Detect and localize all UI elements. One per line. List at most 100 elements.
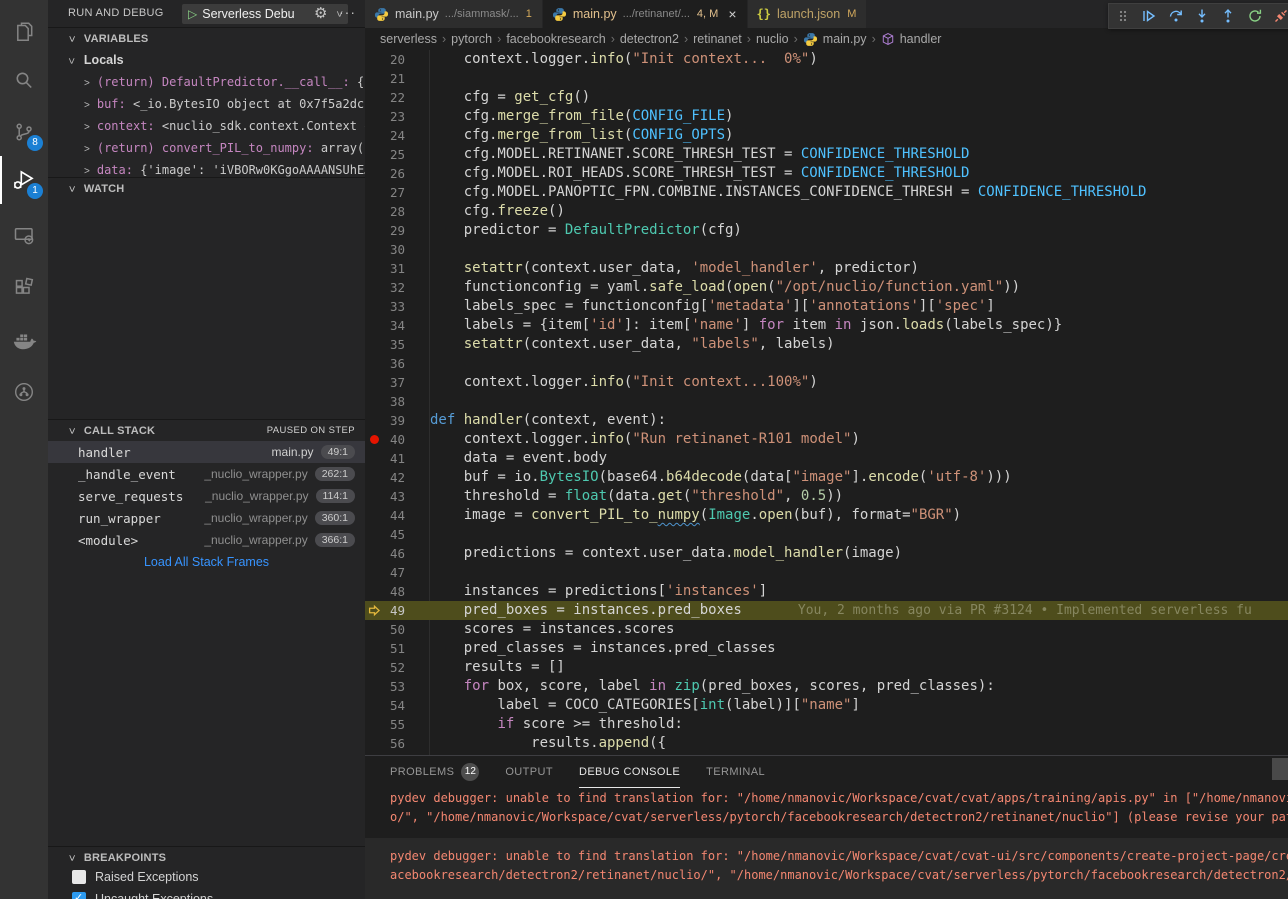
variable-row[interactable]: >buf: <_io.BytesIO object at 0x7f5a2dc1e…	[48, 93, 365, 115]
panel-tab-problems[interactable]: PROBLEMS12	[390, 756, 479, 788]
variable-row[interactable]: >(return) convert_PIL_to_numpy: array([[…	[48, 137, 365, 159]
code-line[interactable]: 47	[365, 563, 1288, 582]
code-line[interactable]: 21	[365, 69, 1288, 88]
code-line[interactable]: 34 labels = {item['id']: item['name'] fo…	[365, 316, 1288, 335]
panel-scrollbar[interactable]	[1272, 758, 1288, 780]
watch-section-header[interactable]: > WATCH	[48, 177, 365, 199]
code-line[interactable]: 43 threshold = float(data.get("threshold…	[365, 487, 1288, 506]
code-line[interactable]: 45	[365, 525, 1288, 544]
code-line[interactable]: 39def handler(context, event):	[365, 411, 1288, 430]
code-line[interactable]: 23 cfg.merge_from_file(CONFIG_FILE)	[365, 107, 1288, 126]
token: )	[809, 51, 817, 67]
checkbox-unchecked[interactable]	[72, 870, 86, 884]
breadcrumb-item-serverless[interactable]: serverless	[380, 32, 437, 46]
code-line[interactable]: 50 scores = instances.scores	[365, 620, 1288, 639]
stack-frame-handler[interactable]: handlermain.py49:1	[48, 441, 365, 463]
code-line[interactable]: 37 context.logger.info("Init context...1…	[365, 373, 1288, 392]
continue-icon[interactable]	[1139, 5, 1159, 27]
code-line[interactable]: 26 cfg.MODEL.ROI_HEADS.SCORE_THRESH_TEST…	[365, 164, 1288, 183]
extensions-icon[interactable]	[0, 264, 48, 312]
code-line[interactable]: 32 functionconfig = yaml.safe_load(open(…	[365, 278, 1288, 297]
console-message[interactable]: pydev debugger: unable to find translati…	[365, 838, 1288, 899]
code-line[interactable]: 31 setattr(context.user_data, 'model_han…	[365, 259, 1288, 278]
panel-tab-output[interactable]: OUTPUT	[505, 756, 553, 788]
breadcrumb-item-facebookresearch[interactable]: facebookresearch	[506, 32, 605, 46]
code-line[interactable]: 30	[365, 240, 1288, 259]
breadcrumb-item-retinanet[interactable]: retinanet	[693, 32, 742, 46]
call-stack-section-header[interactable]: > CALL STACK PAUSED ON STEP	[48, 419, 365, 441]
tab-launch.json[interactable]: {}launch.jsonM	[748, 0, 868, 28]
stack-frame-_handle_event[interactable]: _handle_event_nuclio_wrapper.py262:1	[48, 463, 365, 485]
console-message[interactable]: pydev debugger: unable to find translati…	[365, 788, 1288, 828]
code-line[interactable]: 38	[365, 392, 1288, 411]
code-line[interactable]: 52 results = []	[365, 658, 1288, 677]
breadcrumb-item-pytorch[interactable]: pytorch	[451, 32, 492, 46]
docker-icon[interactable]	[0, 316, 48, 364]
variables-section-header[interactable]: > VARIABLES	[48, 27, 365, 49]
breadcrumb-item-nuclio[interactable]: nuclio	[756, 32, 789, 46]
breadcrumb-item-detectron2[interactable]: detectron2	[620, 32, 679, 46]
stack-frame-run_wrapper[interactable]: run_wrapper_nuclio_wrapper.py360:1	[48, 507, 365, 529]
gear-icon[interactable]: ⚙	[314, 0, 327, 27]
close-icon[interactable]: ×	[728, 7, 736, 21]
stack-frame-module[interactable]: <module>_nuclio_wrapper.py366:1	[48, 529, 365, 551]
tab-main.py[interactable]: main.py.../retinanet/...4, M×	[543, 0, 748, 28]
code-line[interactable]: 35 setattr(context.user_data, "labels", …	[365, 335, 1288, 354]
breakpoint-row[interactable]: Raised Exceptions	[48, 866, 365, 888]
breakpoints-section-header[interactable]: > BREAKPOINTS	[48, 846, 365, 868]
start-debug-icon[interactable]: ▷	[188, 4, 197, 24]
code-line[interactable]: 51 pred_classes = instances.pred_classes	[365, 639, 1288, 658]
line-number: 45	[383, 525, 405, 544]
code-line[interactable]: 27 cfg.MODEL.PANOPTIC_FPN.COMBINE.INSTAN…	[365, 183, 1288, 202]
drag-grip-icon[interactable]	[1113, 5, 1133, 27]
stack-frame-serve_requests[interactable]: serve_requests_nuclio_wrapper.py114:1	[48, 485, 365, 507]
step-out-icon[interactable]	[1218, 5, 1238, 27]
code-line[interactable]: 25 cfg.MODEL.RETINANET.SCORE_THRESH_TEST…	[365, 145, 1288, 164]
checkbox-checked[interactable]	[72, 892, 86, 899]
code-line[interactable]: 48 instances = predictions['instances']	[365, 582, 1288, 601]
load-all-stack-frames-link[interactable]: Load All Stack Frames	[48, 551, 365, 573]
step-into-icon[interactable]	[1192, 5, 1212, 27]
breakpoint-row[interactable]: Uncaught Exceptions	[48, 888, 365, 899]
code-line[interactable]: 28 cfg.freeze()	[365, 202, 1288, 221]
search-icon[interactable]	[0, 56, 48, 104]
variable-row[interactable]: >(return) DefaultPredictor.__call__: {'i…	[48, 71, 365, 93]
code-line[interactable]: 40 context.logger.info("Run retinanet-R1…	[365, 430, 1288, 449]
step-over-icon[interactable]	[1166, 5, 1186, 27]
code-line[interactable]: 44 image = convert_PIL_to_numpy(Image.op…	[365, 506, 1288, 525]
code-editor[interactable]: 20 context.logger.info("Init context... …	[365, 50, 1288, 755]
source-control-icon[interactable]: 8	[0, 108, 48, 156]
code-line[interactable]: 46 predictions = context.user_data.model…	[365, 544, 1288, 563]
code-line[interactable]: 41 data = event.body	[365, 449, 1288, 468]
restart-icon[interactable]	[1244, 5, 1264, 27]
git-graph-icon[interactable]	[0, 368, 48, 416]
code-line[interactable]: 42 buf = io.BytesIO(base64.b64decode(dat…	[365, 468, 1288, 487]
variables-scope-locals[interactable]: > Locals	[48, 49, 365, 71]
panel-tab-terminal[interactable]: TERMINAL	[706, 756, 765, 788]
remote-explorer-icon[interactable]	[0, 212, 48, 260]
breakpoint-glyph[interactable]	[365, 430, 383, 449]
code-line[interactable]: 54 label = COCO_CATEGORIES[int(label)]["…	[365, 696, 1288, 715]
code-line[interactable]: 20 context.logger.info("Init context... …	[365, 50, 1288, 69]
code-line[interactable]: 22 cfg = get_cfg()	[365, 88, 1288, 107]
breadcrumb-symbol[interactable]: handler	[881, 32, 942, 46]
current-execution-line[interactable]: 49 pred_boxes = instances.pred_boxesYou,…	[365, 601, 1288, 620]
code-line[interactable]: 33 labels_spec = functionconfig['metadat…	[365, 297, 1288, 316]
explorer-icon[interactable]	[0, 8, 48, 56]
variable-row[interactable]: >data: {'image': 'iVBORw0KGgoAAAANSUhE…	[48, 159, 365, 177]
code-line[interactable]: 53 for box, score, label in zip(pred_box…	[365, 677, 1288, 696]
token: .	[750, 507, 758, 523]
more-actions-icon[interactable]: ···	[339, 0, 356, 25]
code-line[interactable]: 24 cfg.merge_from_list(CONFIG_OPTS)	[365, 126, 1288, 145]
code-line[interactable]: 29 predictor = DefaultPredictor(cfg)	[365, 221, 1288, 240]
breakpoint-dot-icon[interactable]	[370, 435, 379, 444]
tab-main.py[interactable]: main.py.../siammask/...1	[365, 0, 543, 28]
variable-row[interactable]: >context: <nuclio_sdk.context.Context ob…	[48, 115, 365, 137]
disconnect-icon[interactable]	[1271, 5, 1288, 27]
code-line[interactable]: 36	[365, 354, 1288, 373]
breadcrumb-file[interactable]: main.py	[803, 32, 867, 47]
run-and-debug-icon[interactable]: 1	[0, 156, 48, 204]
code-line[interactable]: 55 if score >= threshold:	[365, 715, 1288, 734]
panel-tab-debug-console[interactable]: DEBUG CONSOLE	[579, 756, 680, 788]
code-line[interactable]: 56 results.append({	[365, 734, 1288, 753]
